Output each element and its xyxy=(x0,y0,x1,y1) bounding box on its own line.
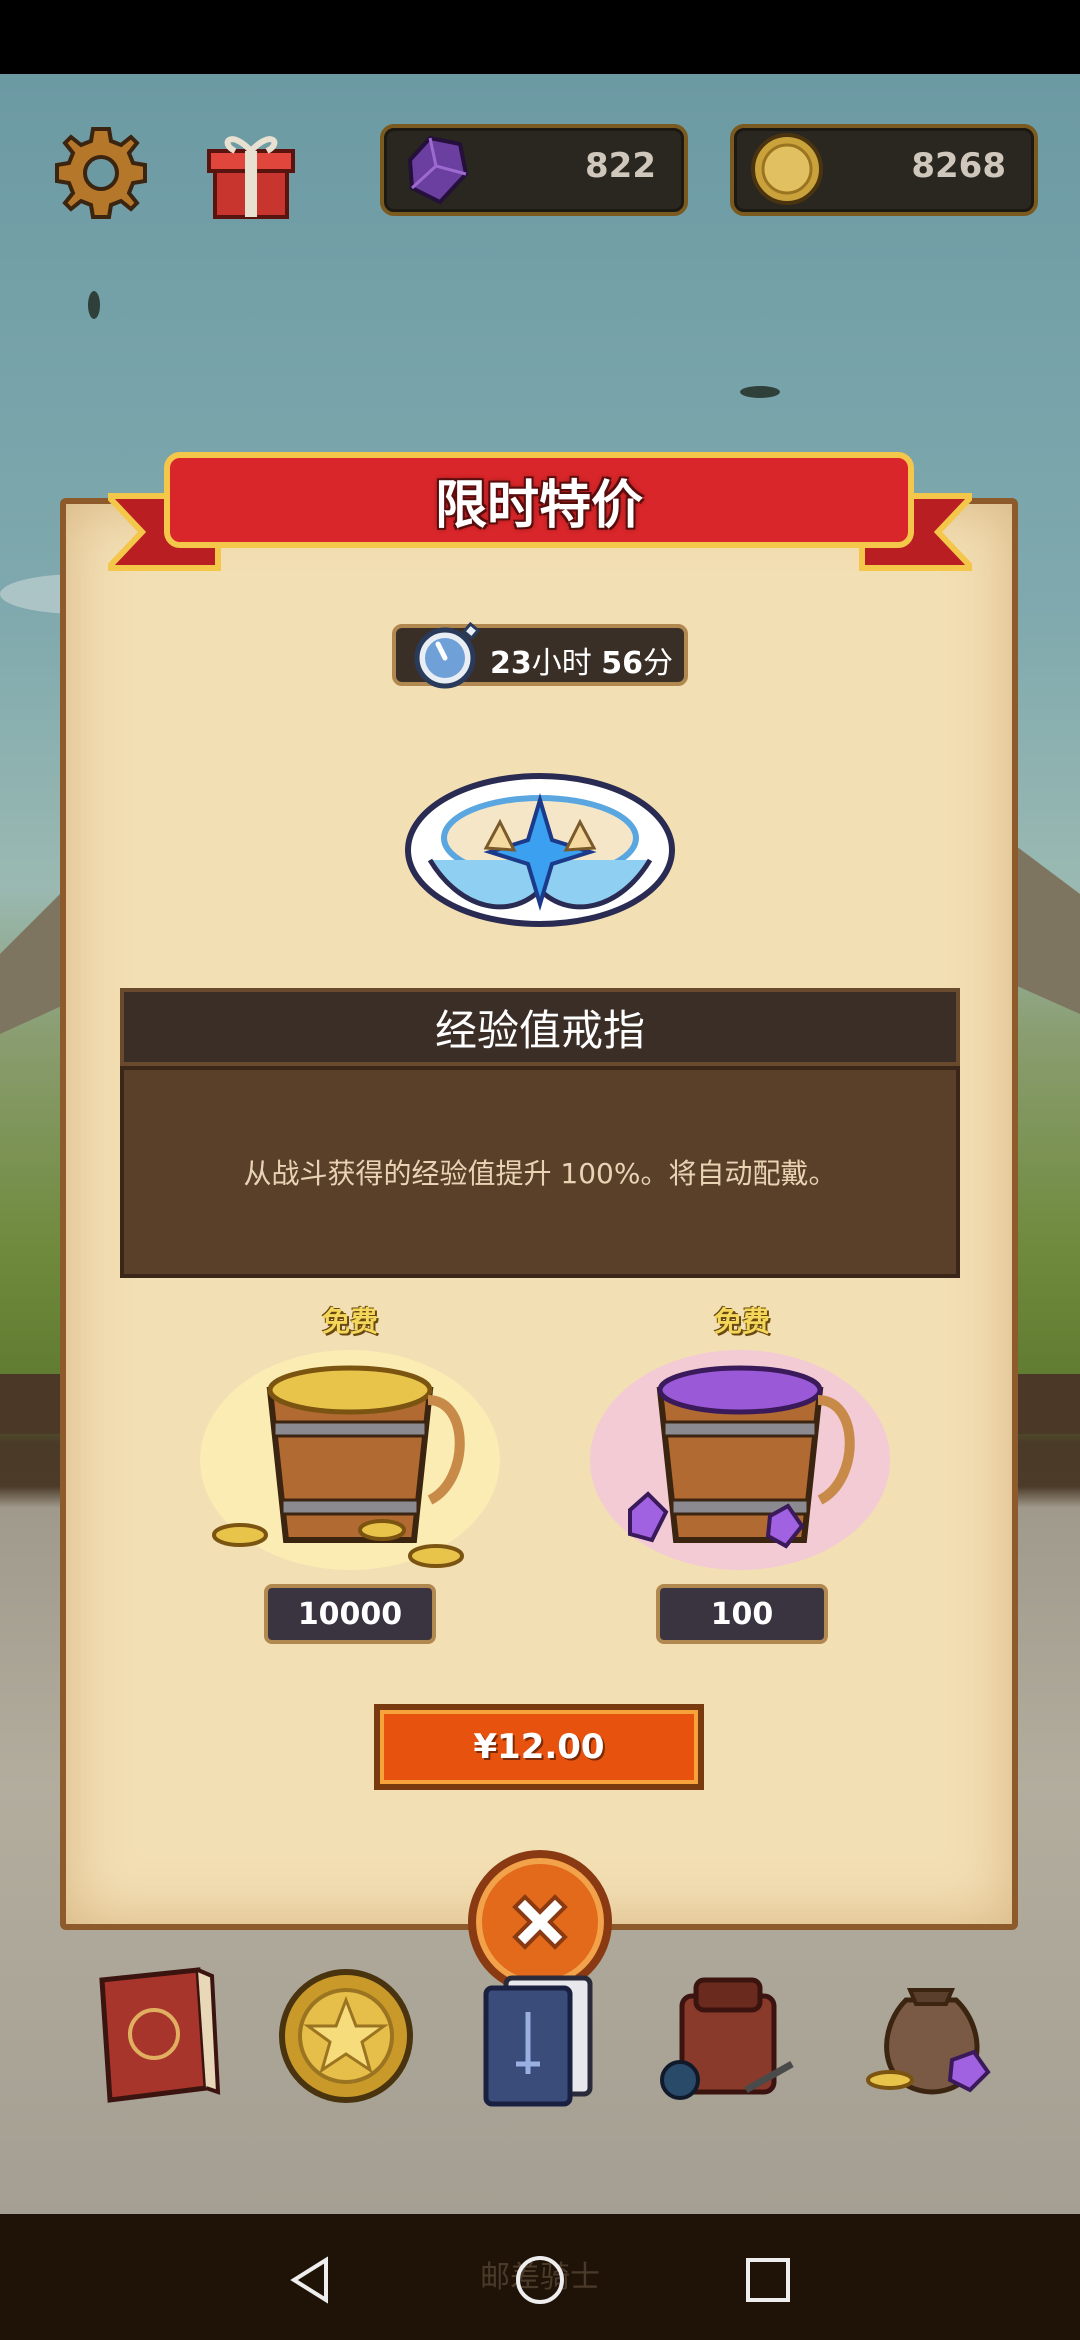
leaf-icon xyxy=(88,291,100,319)
coin-reward-amount: 10000 xyxy=(264,1584,436,1644)
gold-coin-bucket-icon xyxy=(200,1350,500,1570)
treasure-bag-icon[interactable] xyxy=(856,1960,1006,2110)
card-deck-icon[interactable] xyxy=(466,1960,616,2110)
leaf-icon xyxy=(740,386,780,398)
item-name: 经验值戒指 xyxy=(434,1005,645,1055)
purple-gem-icon xyxy=(407,135,469,205)
nav-recents-button[interactable] xyxy=(728,2240,808,2320)
nav-back-button[interactable] xyxy=(270,2240,350,2320)
item-description-box: 从战斗获得的经验值提升 100%。将自动配戴。 xyxy=(120,1066,960,1278)
home-circle-icon xyxy=(516,2256,564,2304)
title-ribbon: 限时特价 xyxy=(164,452,914,548)
back-triangle-icon xyxy=(290,2256,328,2304)
item-name-bar: 经验值戒指 xyxy=(120,988,960,1066)
coin-counter: 8268 xyxy=(730,124,1038,216)
backpack-icon[interactable] xyxy=(656,1960,806,2110)
offer-title: 限时特价 xyxy=(434,475,643,536)
nav-home-button[interactable] xyxy=(500,2240,580,2320)
coin-count: 8268 xyxy=(911,146,1006,186)
spellbook-icon[interactable] xyxy=(80,1960,230,2110)
gift-box-icon xyxy=(207,136,295,219)
star-coin-icon[interactable] xyxy=(270,1960,420,2110)
gem-count: 822 xyxy=(585,146,656,186)
item-description: 从战斗获得的经验值提升 100%。将自动配戴。 xyxy=(243,1157,837,1190)
winged-ring-icon xyxy=(405,773,675,927)
status-bar xyxy=(0,0,1080,74)
gem-bucket-icon xyxy=(590,1350,890,1570)
gold-coin-icon xyxy=(751,133,823,205)
gear-icon xyxy=(55,127,147,219)
buy-button[interactable]: ¥12.00 xyxy=(374,1704,704,1790)
stopwatch-icon xyxy=(414,621,480,689)
timer-text: 23小时 56分 xyxy=(490,646,674,681)
close-icon xyxy=(512,1894,568,1950)
recents-square-icon xyxy=(746,2258,790,2302)
gem-counter: 822 xyxy=(380,124,688,216)
gift-button[interactable] xyxy=(196,118,306,228)
gem-reward-amount: 100 xyxy=(656,1584,828,1644)
settings-button[interactable] xyxy=(46,118,156,228)
